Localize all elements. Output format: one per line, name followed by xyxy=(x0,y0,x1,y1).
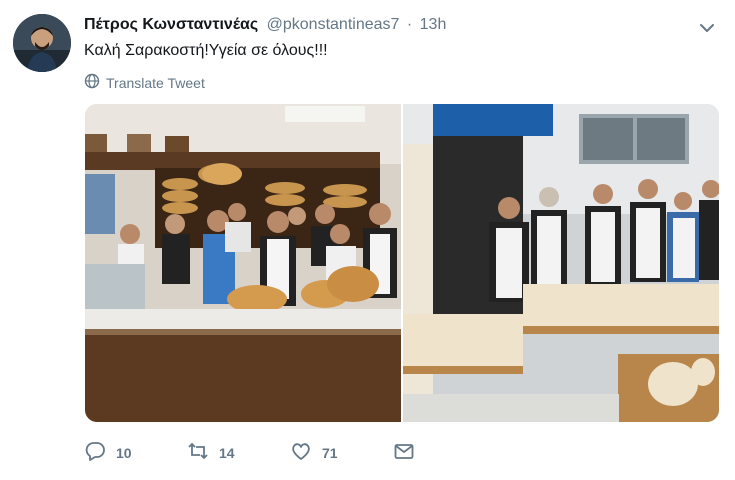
reply-count: 10 xyxy=(116,444,132,461)
reply-icon xyxy=(84,440,106,465)
like-count: 71 xyxy=(322,444,338,461)
author-name[interactable]: Πέτρος Κωνσταντινέας xyxy=(84,16,258,33)
tweet-media[interactable] xyxy=(85,104,719,422)
avatar[interactable] xyxy=(13,14,71,72)
bakery-photo-left[interactable] xyxy=(85,104,401,422)
author-handle[interactable]: @pkonstantineas7 xyxy=(267,16,400,33)
heart-icon xyxy=(290,440,312,465)
translate-label: Translate Tweet xyxy=(106,74,205,91)
tweet-header: Πέτρος Κωνσταντινέας @pkonstantineas7 · … xyxy=(84,14,446,36)
bakery-photo-right[interactable] xyxy=(403,104,719,422)
tweet-timestamp[interactable]: 13h xyxy=(420,16,447,33)
retweet-icon xyxy=(187,440,209,465)
reply-button[interactable]: 10 xyxy=(84,440,187,465)
separator-dot: · xyxy=(406,16,413,33)
retweet-button[interactable]: 14 xyxy=(187,440,290,465)
retweet-count: 14 xyxy=(219,444,235,461)
envelope-icon xyxy=(393,440,415,465)
tweet-actions: 10 14 71 xyxy=(84,440,496,465)
tweet-text: Καλή Σαρακοστή!Υγεία σε όλους!!! xyxy=(84,42,328,59)
direct-message-button[interactable] xyxy=(393,440,496,465)
chevron-down-icon[interactable] xyxy=(697,18,717,38)
globe-icon xyxy=(84,73,100,92)
like-button[interactable]: 71 xyxy=(290,440,393,465)
translate-tweet-link[interactable]: Translate Tweet xyxy=(84,73,205,92)
